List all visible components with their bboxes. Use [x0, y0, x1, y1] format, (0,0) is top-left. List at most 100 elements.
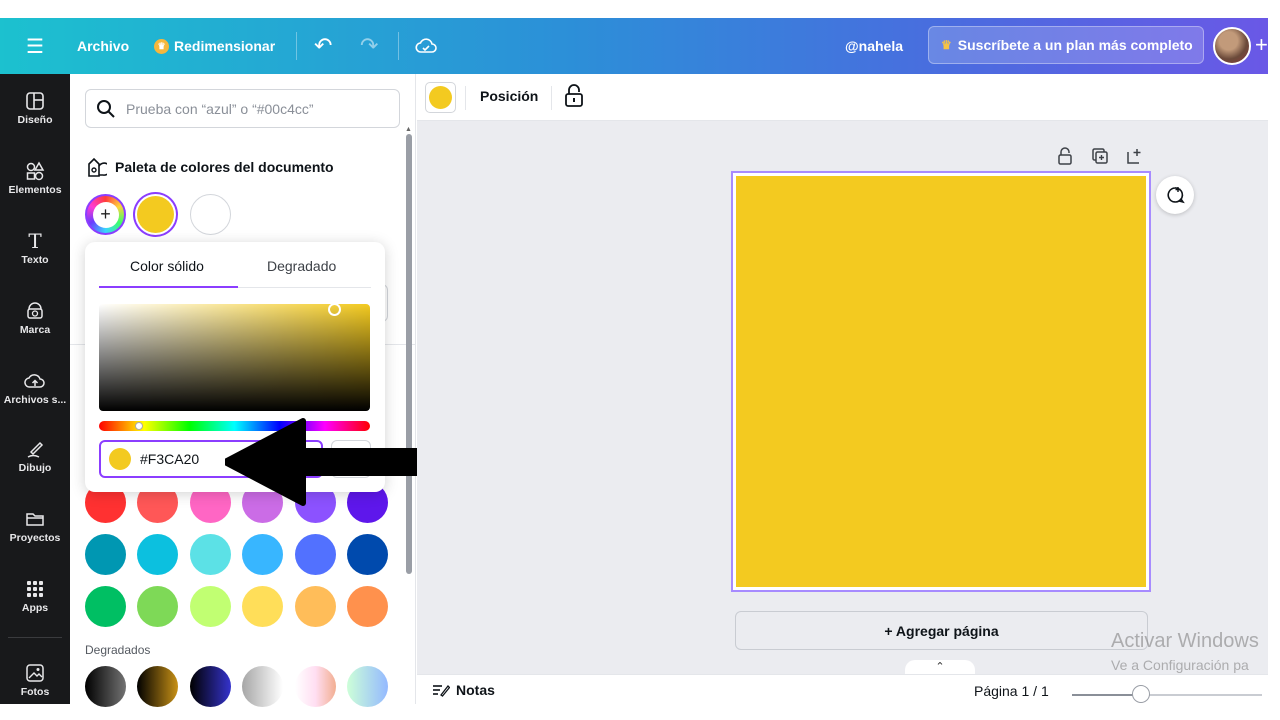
page-indicator[interactable]: Página 1 / 1: [974, 683, 1049, 699]
color-search[interactable]: [85, 89, 400, 128]
sidebar-item-label: Proyectos: [9, 532, 61, 544]
pen-icon: [25, 438, 45, 460]
comment-button[interactable]: [1156, 176, 1194, 214]
saturation-area[interactable]: [99, 304, 370, 411]
add-page-button[interactable]: + Agregar página: [735, 611, 1148, 650]
lock-page-icon[interactable]: [1057, 147, 1073, 170]
sidebar-item-dibujo[interactable]: Dibujo: [0, 438, 70, 474]
image-icon: [25, 662, 45, 684]
palette-header: Paleta de colores del documento: [85, 156, 334, 178]
plus-icon[interactable]: +: [1255, 32, 1268, 58]
subscribe-button[interactable]: ♛ Suscríbete a un plan más completo: [928, 26, 1204, 64]
add-page-icon[interactable]: [1126, 147, 1144, 170]
design-page[interactable]: [731, 171, 1151, 592]
hue-handle[interactable]: [135, 422, 143, 430]
degradados-label: Degradados: [85, 643, 151, 657]
sidebar-item-texto[interactable]: T Texto: [0, 229, 70, 266]
archivo-menu[interactable]: Archivo: [77, 18, 129, 74]
username-label[interactable]: @nahela: [845, 18, 903, 74]
sidebar-item-label: Dibujo: [18, 462, 52, 474]
left-sidebar: Diseño Elementos T Texto Marca Archivos …: [0, 74, 70, 704]
color-swatch-document[interactable]: [190, 194, 231, 235]
sidebar-item-elementos[interactable]: Elementos: [0, 160, 70, 196]
layout-icon: [25, 90, 45, 112]
subscribe-label: Suscríbete a un plan más completo: [957, 37, 1193, 53]
sidebar-item-label: Marca: [19, 324, 51, 336]
redimensionar-label: Redimensionar: [174, 38, 276, 54]
sidebar-item-label: Fotos: [20, 686, 50, 698]
divider: [296, 32, 297, 60]
sidebar-item-diseno[interactable]: Diseño: [0, 90, 70, 126]
tab-gradient[interactable]: Degradado: [267, 258, 336, 274]
color-swatch[interactable]: [347, 586, 388, 627]
color-swatch[interactable]: [137, 534, 178, 575]
tab-solid-color[interactable]: Color sólido: [130, 258, 204, 274]
add-color-button[interactable]: +: [85, 194, 126, 235]
cloud-upload-icon: [24, 370, 46, 392]
comment-icon: [1167, 187, 1185, 204]
cloud-saved-icon[interactable]: [415, 18, 437, 74]
sidebar-item-label: Texto: [21, 254, 49, 266]
lock-icon[interactable]: [564, 84, 584, 113]
gradient-swatch[interactable]: [242, 666, 283, 707]
top-bar: ☰ Archivo ♛ Redimensionar ↶ ↷ @nahela ♛ …: [0, 18, 1268, 74]
color-swatch[interactable]: [242, 586, 283, 627]
menu-icon[interactable]: ☰: [26, 18, 44, 74]
color-swatch[interactable]: [347, 534, 388, 575]
crown-icon: ♛: [154, 38, 169, 54]
gradient-swatch[interactable]: [85, 666, 126, 707]
sidebar-item-label: Apps: [21, 602, 49, 614]
redo-icon[interactable]: ↷: [360, 18, 378, 74]
sidebar-item-proyectos[interactable]: Proyectos: [0, 508, 70, 544]
color-swatch[interactable]: [85, 586, 126, 627]
sidebar-item-archivos[interactable]: Archivos s...: [0, 370, 70, 406]
gradient-swatch[interactable]: [347, 666, 388, 707]
arrow-annotation: [225, 418, 437, 506]
windows-watermark-subtitle: Ve a Configuración pa: [1111, 657, 1249, 673]
crown-icon: ♛: [941, 38, 952, 52]
search-input[interactable]: [126, 100, 386, 117]
windows-watermark-title: Activar Windows: [1111, 630, 1259, 652]
gradient-swatch[interactable]: [137, 666, 178, 707]
color-swatch-document[interactable]: [137, 196, 174, 233]
sidebar-item-fotos[interactable]: Fotos: [0, 662, 70, 698]
undo-icon[interactable]: ↶: [314, 18, 332, 74]
notes-button[interactable]: Notas: [432, 682, 495, 698]
folder-icon: [25, 508, 45, 530]
color-swatch[interactable]: [137, 586, 178, 627]
color-swatch[interactable]: [190, 534, 231, 575]
redimensionar-button[interactable]: ♛ Redimensionar: [154, 18, 275, 74]
gradient-swatch[interactable]: [295, 666, 336, 707]
color-swatch[interactable]: [242, 534, 283, 575]
fill-color-swatch: [429, 86, 452, 109]
divider: [465, 86, 466, 110]
color-swatch[interactable]: [190, 586, 231, 627]
active-tab-indicator: [99, 286, 238, 288]
scroll-up-icon[interactable]: ▲: [405, 126, 412, 133]
notes-icon: [433, 685, 450, 697]
sidebar-item-label: Elementos: [8, 184, 62, 196]
divider: [551, 86, 552, 110]
duplicate-page-icon[interactable]: [1091, 147, 1109, 170]
color-swatch[interactable]: [295, 586, 336, 627]
fill-color-button[interactable]: [425, 82, 456, 113]
avatar[interactable]: [1213, 27, 1251, 65]
canva-editor: ☰ Archivo ♛ Redimensionar ↶ ↷ @nahela ♛ …: [0, 0, 1280, 720]
notes-label: Notas: [456, 682, 495, 698]
sidebar-item-marca[interactable]: Marca: [0, 300, 70, 336]
gradient-swatch[interactable]: [190, 666, 231, 707]
sidebar-item-apps[interactable]: Apps: [0, 578, 70, 614]
palette-icon: [88, 157, 107, 177]
shapes-icon: [25, 160, 45, 182]
position-button[interactable]: Posición: [480, 88, 538, 104]
palette-title: Paleta de colores del documento: [115, 159, 334, 175]
sidebar-item-label: Archivos s...: [3, 394, 67, 406]
saturation-handle[interactable]: [328, 303, 341, 316]
zoom-handle[interactable]: [1132, 685, 1150, 703]
color-swatch[interactable]: [85, 534, 126, 575]
color-swatch[interactable]: [295, 534, 336, 575]
yellow-square[interactable]: [736, 176, 1146, 587]
context-toolbar: Posición: [417, 74, 1268, 121]
divider: [398, 32, 399, 60]
scrollbar[interactable]: [406, 134, 412, 574]
